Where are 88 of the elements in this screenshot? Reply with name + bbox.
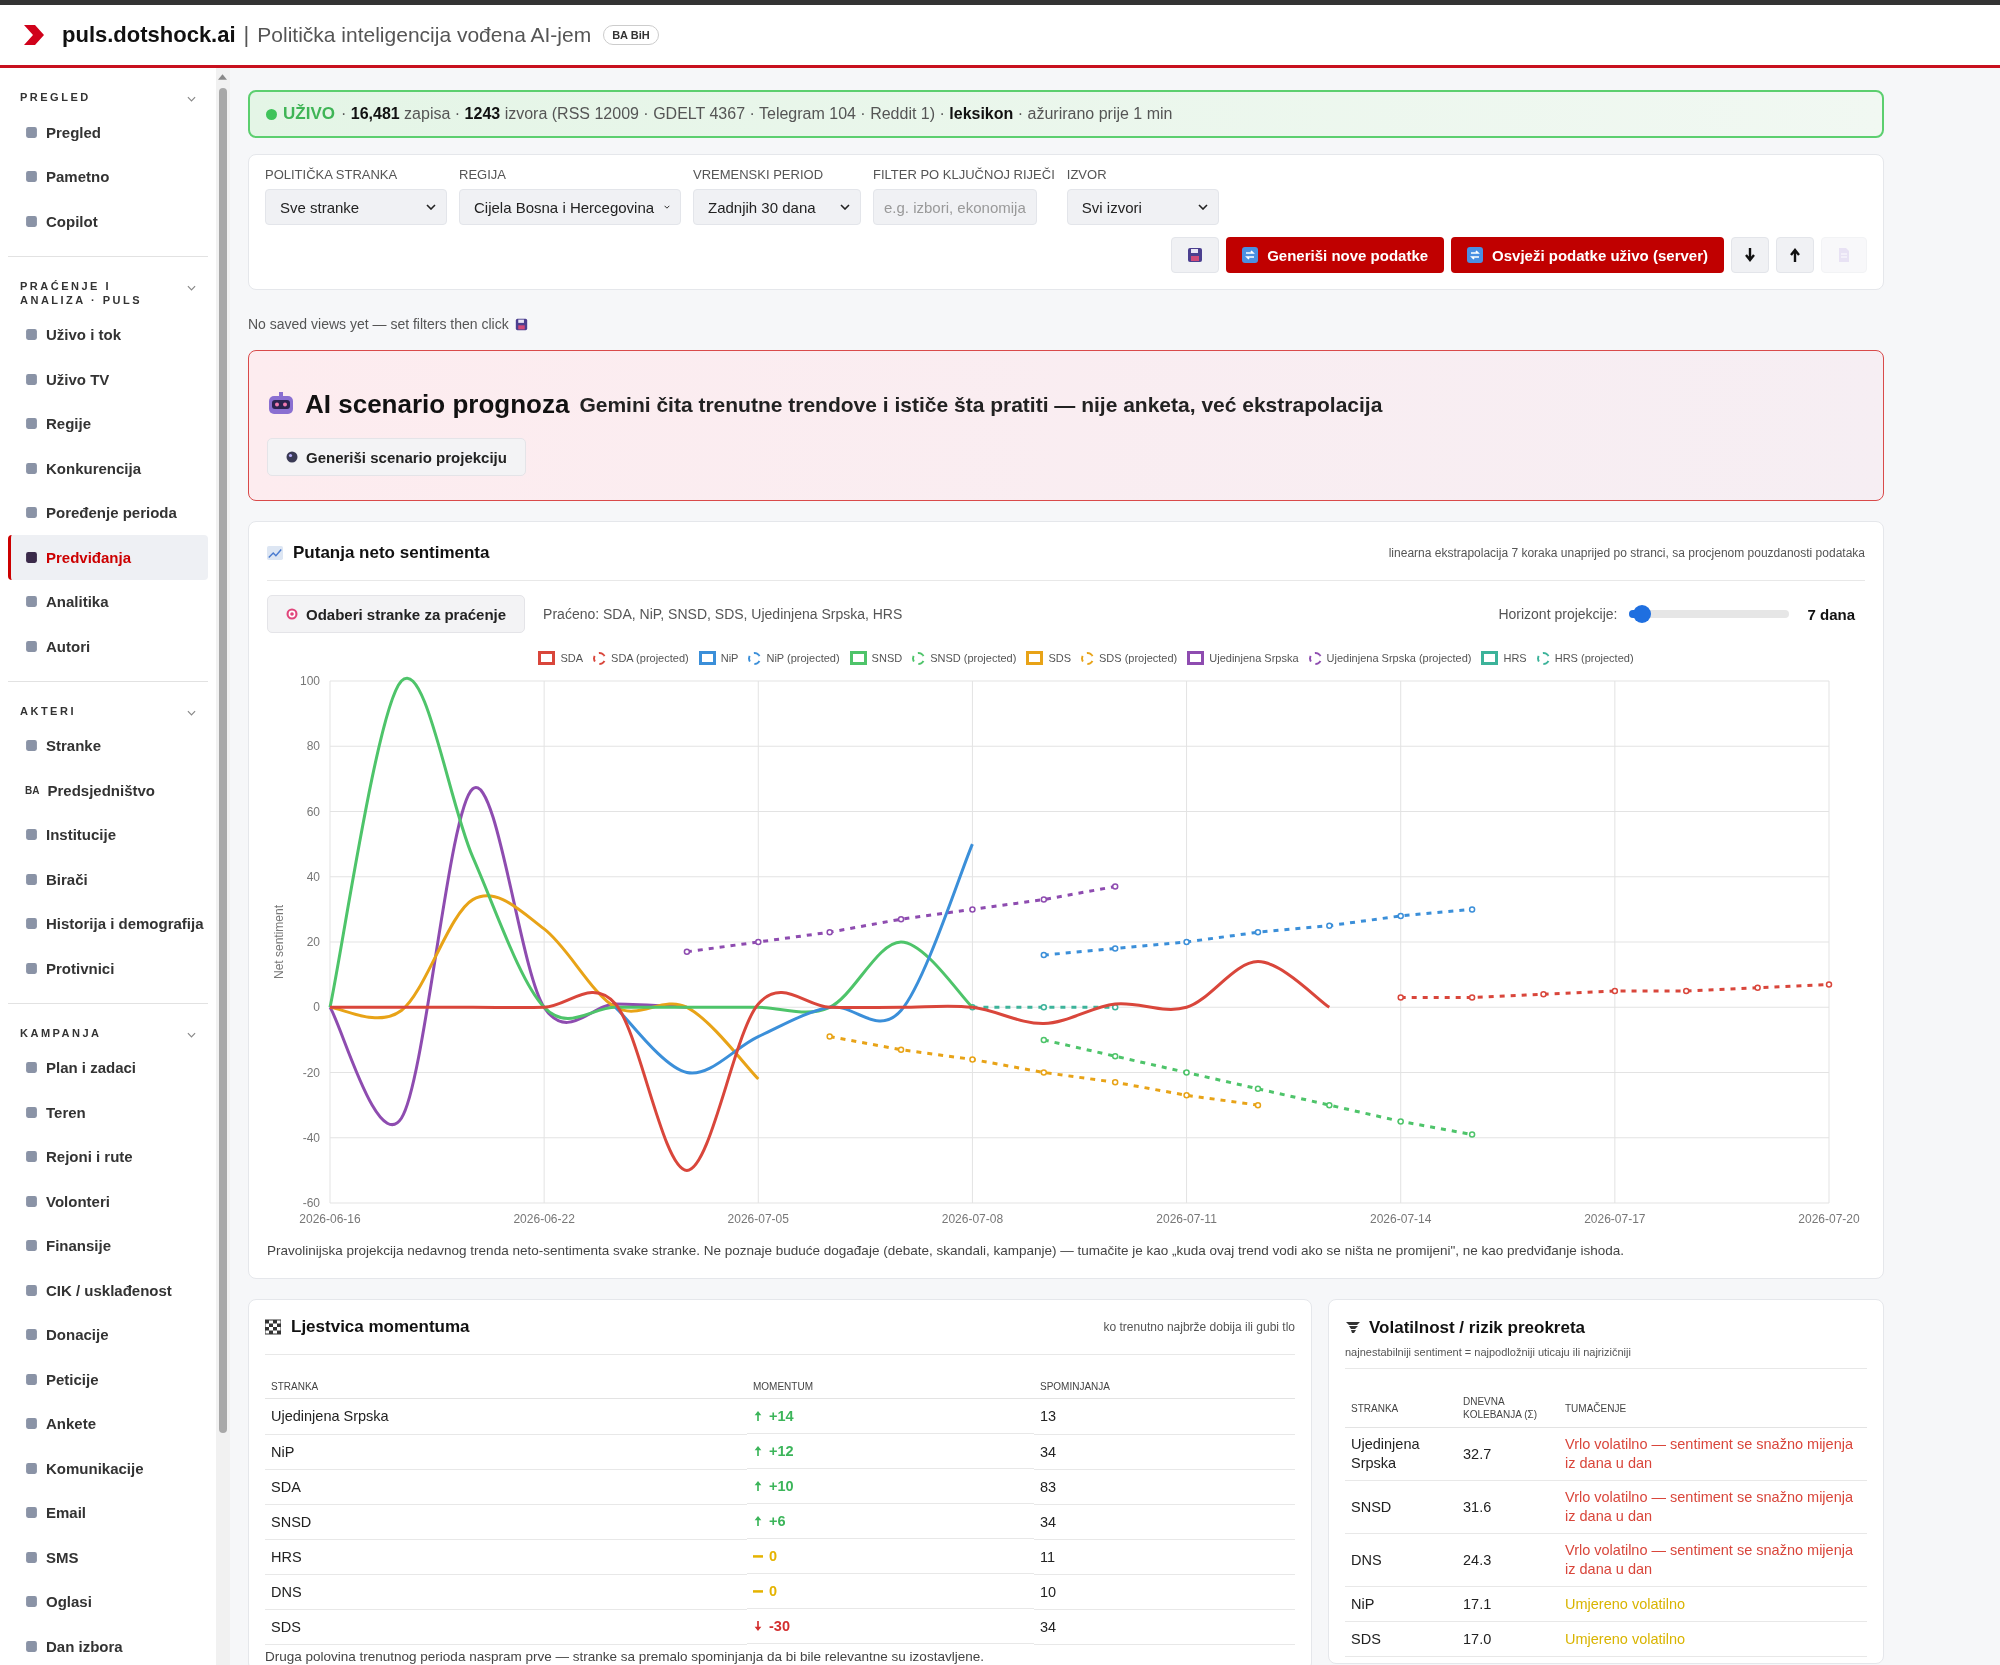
party-cell: NiP: [265, 1434, 747, 1469]
column-header: SPOMINJANJA: [1034, 1365, 1295, 1399]
section-heading: PRAĆENJE I ANALIZA · PULS: [20, 278, 143, 307]
horizon-value: 7 dana: [1807, 605, 1855, 623]
y-tick-label: 40: [306, 869, 320, 884]
interpretation-cell: Vrlo volatilno — sentiment se snažno mijenja iz dana u dan: [1559, 1427, 1867, 1481]
volatility-cell: 24.3: [1457, 1533, 1559, 1587]
section-heading: KAMPANJA: [20, 1025, 103, 1040]
y-tick-label: -20: [302, 1065, 320, 1080]
mentions-cell: 11: [1034, 1539, 1295, 1574]
filter-label: REGIJA: [459, 167, 507, 182]
x-tick-label: 2026-07-08: [941, 1212, 1004, 1226]
card-note: ko trenutno najbrže dobija ili gubi tlo: [1103, 1320, 1295, 1334]
column-header: STRANKA: [265, 1365, 747, 1399]
section-heading: AKTERI: [20, 703, 77, 718]
mentions-cell: 34: [1034, 1609, 1295, 1644]
column-header: STRANKA: [1345, 1379, 1457, 1428]
party-cell: Ujedinjena Srpska: [265, 1398, 747, 1434]
party-cell: DNS: [1345, 1533, 1457, 1587]
card-note: linearna ekstrapolacija 7 koraka unaprijed po stranci, sa procjenom pouzdanosti podataka: [1388, 546, 1865, 560]
live-summary: · 16,481 zapisa · 1243 izvora (RSS 12009 · GDELT 4367 · Telegram 104 · Reddit 1) · leksikon · ažurirano prije 1 min: [340, 105, 1173, 123]
party-cell: SDS: [1345, 1621, 1457, 1657]
column-header: DNEVNA KOLEBANJA (Σ): [1457, 1379, 1559, 1428]
momentum-value: 0: [769, 1548, 778, 1564]
momentum-value: 0: [769, 1583, 778, 1599]
volatility-cell: 32.7: [1457, 1427, 1559, 1481]
mentions-cell: 83: [1034, 1469, 1295, 1504]
filter-label: IZVOR: [1066, 167, 1108, 182]
card-subtitle: najnestabilniji sentiment = najpodložniji uticaju ili najrizičniji: [1345, 1346, 1632, 1358]
party-cell: SDA: [265, 1469, 747, 1504]
y-tick-label: 0: [313, 1000, 320, 1015]
x-tick-label: 2026-06-22: [513, 1212, 575, 1226]
x-tick-label: 2026-07-14: [1370, 1212, 1432, 1226]
momentum-value: +10: [769, 1478, 794, 1494]
tagline: Politička inteligencija vođena AI-jem: [257, 23, 592, 47]
party-cell: SNSD: [265, 1504, 747, 1539]
filter-label: FILTER PO KLJUČNOJ RIJEČI: [873, 167, 1055, 182]
x-tick-label: 2026-07-20: [1798, 1212, 1860, 1226]
y-tick-label: 60: [306, 804, 320, 819]
party-cell: Ujedinjena Srpska: [1345, 1427, 1457, 1481]
mentions-cell: 10: [1034, 1574, 1295, 1609]
card-title: Volatilnost / rizik preokreta: [1369, 1318, 1586, 1338]
panel-title: AI scenario prognoza: [305, 389, 570, 420]
y-tick-label: 80: [306, 739, 320, 754]
card-title: Ljestvica momentuma: [291, 1317, 470, 1337]
y-axis-title: Net sentiment: [272, 905, 286, 979]
party-cell: SDS: [265, 1609, 747, 1644]
interpretation-cell: Vrlo volatilno — sentiment se snažno mijenja iz dana u dan: [1559, 1533, 1867, 1587]
momentum-value: +6: [769, 1513, 786, 1529]
y-tick-label: 100: [299, 674, 320, 688]
interpretation-cell: Umjereno volatilno: [1559, 1621, 1867, 1657]
y-tick-label: 20: [306, 935, 320, 949]
separator: |: [243, 22, 250, 48]
momentum-value: -30: [769, 1618, 790, 1634]
party-cell: HRS: [265, 1539, 747, 1574]
horizon-label: Horizont projekcije:: [1498, 606, 1618, 622]
party-cell: NiP: [1345, 1586, 1457, 1622]
column-header: TUMAČENJE: [1559, 1379, 1867, 1428]
volatility-cell: 17.0: [1457, 1621, 1559, 1657]
y-tick-label: -60: [302, 1196, 320, 1210]
x-tick-label: 2026-07-17: [1584, 1212, 1646, 1226]
saved-views-hint: No saved views yet — set filters then click: [248, 316, 509, 332]
momentum-value: +12: [769, 1443, 794, 1459]
x-tick-label: 2026-07-11: [1156, 1212, 1217, 1226]
panel-subtitle: Gemini čita trenutne trendove i ističe šta pratiti — nije anketa, već ekstrapolacija: [579, 392, 1383, 417]
brand-name: puls.dotshock.ai: [62, 22, 236, 48]
y-tick-label: -40: [302, 1130, 320, 1145]
tracked-parties: Praćeno: SDA, NiP, SNSD, SDS, Ujedinjena Srpska, HRS: [543, 606, 903, 622]
column-header: MOMENTUM: [747, 1365, 1034, 1399]
interpretation-cell: Umjereno volatilno: [1559, 1586, 1867, 1622]
x-tick-label: 2026-07-05: [727, 1212, 789, 1226]
party-cell: DNS: [265, 1574, 747, 1609]
volatility-cell: 31.6: [1457, 1480, 1559, 1534]
table-footnote: Druga polovina trenutnog perioda naspram prve — stranke sa premalo spominjanja da bi bile relevantne su izostavljene.: [265, 1648, 985, 1664]
card-title: Putanja neto sentimenta: [293, 543, 490, 563]
volatility-cell: 17.1: [1457, 1586, 1559, 1622]
x-tick-label: 2026-06-16: [299, 1212, 361, 1226]
chart-footnote: Pravolinijska projekcija nedavnog trenda neto-sentimenta svake stranke. Ne poznaje buduće događaje (debate, skandali, kampanje) — tumačite je kao „kuda ovaj trend vodi ako se ništa ne promijeni", ne kao predviđanje ishoda.: [267, 1243, 1626, 1258]
momentum-value: +14: [769, 1408, 794, 1424]
section-heading: PREGLED: [20, 90, 92, 104]
live-label: UŽIVO: [283, 104, 335, 124]
mentions-cell: 34: [1034, 1434, 1295, 1469]
filter-label: VREMENSKI PERIOD: [693, 167, 825, 182]
mentions-cell: 34: [1034, 1504, 1295, 1539]
interpretation-cell: Vrlo volatilno — sentiment se snažno mijenja iz dana u dan: [1559, 1480, 1867, 1534]
party-cell: SNSD: [1345, 1480, 1457, 1534]
filter-label: POLITIČKA STRANKA: [265, 167, 399, 182]
mentions-cell: 13: [1034, 1398, 1295, 1434]
